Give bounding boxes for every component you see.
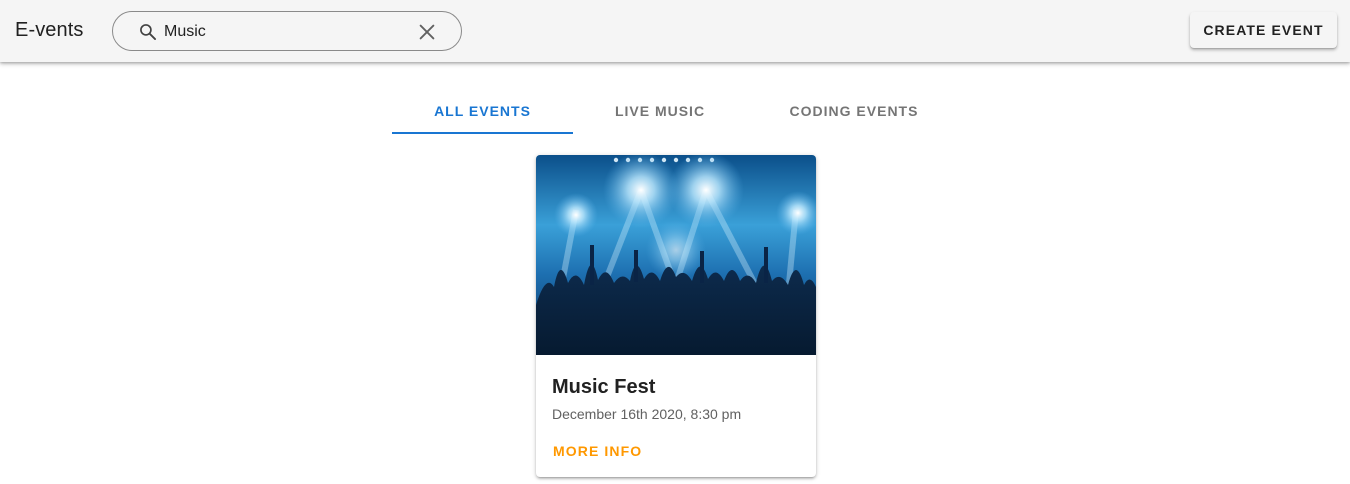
tab-live-music[interactable]: LIVE MUSIC: [573, 88, 747, 135]
search-input[interactable]: [164, 21, 404, 43]
event-card: Music Fest December 16th 2020, 8:30 pm M…: [536, 155, 816, 477]
app-title: E-vents: [15, 19, 84, 41]
event-datetime: December 16th 2020, 8:30 pm: [552, 406, 742, 422]
concert-crowd-image: [536, 155, 816, 355]
app-bar: E-vents CREATE EVENT: [0, 0, 1350, 62]
tab-all-events[interactable]: ALL EVENTS: [392, 88, 573, 135]
active-tab-indicator: [392, 132, 573, 134]
search-box[interactable]: [112, 11, 462, 51]
clear-icon[interactable]: [416, 21, 438, 43]
tab-coding-events[interactable]: CODING EVENTS: [768, 88, 940, 135]
event-title: Music Fest: [552, 376, 656, 398]
more-info-button[interactable]: MORE INFO: [545, 438, 650, 464]
create-event-button[interactable]: CREATE EVENT: [1190, 12, 1337, 48]
search-icon: [140, 24, 156, 40]
